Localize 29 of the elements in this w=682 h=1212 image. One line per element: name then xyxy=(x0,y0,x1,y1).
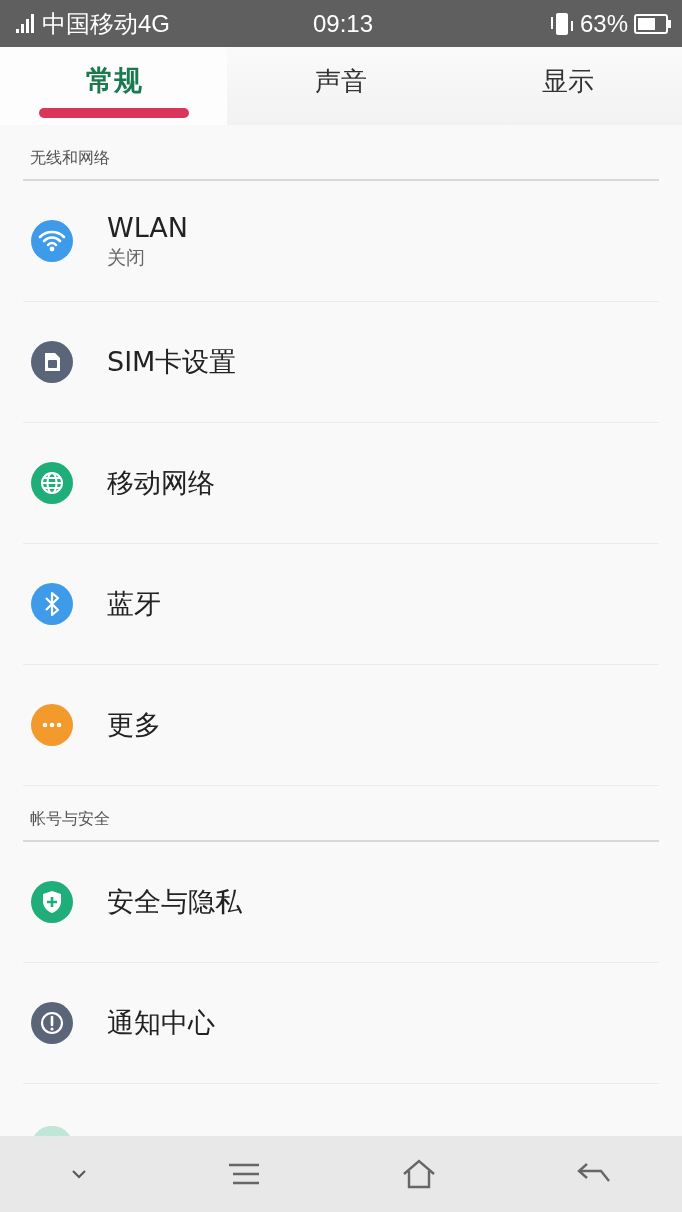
item-title: WLAN xyxy=(107,211,189,243)
settings-item[interactable]: 更多 xyxy=(23,665,659,786)
clock: 09:13 xyxy=(312,9,374,38)
battery-percent: 63% xyxy=(579,9,628,38)
item-title: 安全与隐私 xyxy=(107,885,242,919)
tab[interactable]: 常规 xyxy=(0,47,228,125)
vibrate-icon xyxy=(549,10,574,37)
section-header: 无线和网络 xyxy=(29,147,111,169)
item-title: 通知中心 xyxy=(107,1006,215,1040)
settings-item[interactable]: 蓝牙 xyxy=(23,544,659,665)
settings-item[interactable]: 安全与隐私 xyxy=(23,842,659,963)
settings-item[interactable]: 通知中心 xyxy=(23,963,659,1084)
menu-button[interactable] xyxy=(228,1162,261,1186)
item-title: SIM卡设置 xyxy=(107,345,237,379)
carrier-name: 中国移动4G xyxy=(42,8,170,39)
signal-icon xyxy=(14,12,36,35)
settings-item[interactable]: SIM卡设置 xyxy=(23,302,659,423)
tab[interactable]: 显示 xyxy=(454,47,682,125)
item-title: 更多 xyxy=(107,708,161,742)
item-title: 蓝牙 xyxy=(107,587,161,621)
settings-item[interactable]: 移动网络 xyxy=(23,423,659,544)
home-button[interactable] xyxy=(401,1159,436,1189)
section-header: 帐号与安全 xyxy=(29,808,111,830)
item-status: 关闭 xyxy=(107,244,146,270)
settings-item[interactable]: WLAN 关闭 xyxy=(23,181,659,302)
item-title: 移动网络 xyxy=(107,466,215,500)
collapse-button[interactable] xyxy=(70,1169,87,1179)
tab[interactable]: 声音 xyxy=(227,47,455,125)
battery-icon xyxy=(634,12,672,35)
